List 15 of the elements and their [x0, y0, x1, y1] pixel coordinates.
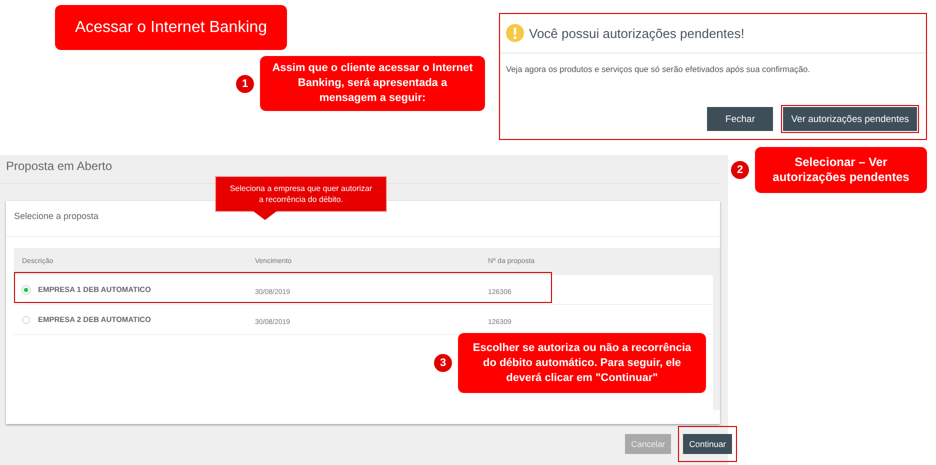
title-banner: Acessar o Internet Banking: [55, 5, 287, 50]
radio-button[interactable]: [22, 316, 30, 324]
scrollbar[interactable]: [713, 275, 720, 410]
footer-button[interactable]: Continuar: [683, 434, 732, 454]
dialog-title: Você possui autorizações pendentes!: [529, 26, 744, 40]
step-badge: 2: [731, 161, 749, 179]
callout: Escolher se autoriza ou não a recorrência do débito automático. Para seguir, ele deverá clicar em "Continuar": [458, 333, 706, 393]
callout: Selecionar – Ver autorizações pendentes: [755, 147, 927, 193]
tooltip-pointer-icon: [253, 211, 277, 220]
callout: Assim que o cliente acessar o Internet Banking, será apresentada a mensagem a seguir:: [260, 56, 485, 111]
dialog-button[interactable]: Ver autorizações pendentes: [783, 107, 917, 131]
step-badge: 1: [236, 74, 254, 92]
warning-icon: [506, 24, 524, 42]
dialog-button[interactable]: Fechar: [707, 107, 774, 131]
dialog-message: Veja agora os produtos e serviços que só serão efetivados após sua confirmação.: [505, 63, 812, 76]
